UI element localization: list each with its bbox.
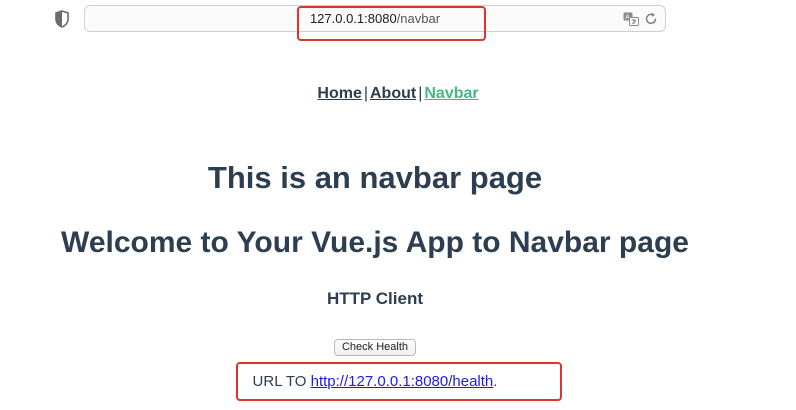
nav-link-navbar[interactable]: Navbar <box>424 85 478 102</box>
check-health-button[interactable]: Check Health <box>333 339 417 356</box>
translate-icon[interactable]: A <box>623 12 639 26</box>
http-client-heading: HTTP Client <box>326 289 424 308</box>
welcome-heading: Welcome to Your Vue.js App to Navbar pag… <box>61 226 689 259</box>
url-text[interactable]: 127.0.0.1:8080/navbar <box>85 12 665 26</box>
nav-link-home[interactable]: Home <box>317 85 361 102</box>
page: 127.0.0.1:8080/navbar A Home | About | Navba… <box>0 0 796 410</box>
app-nav: Home | About | Navbar <box>0 84 796 104</box>
check-health-container: Check Health <box>0 335 750 356</box>
nav-link-about[interactable]: About <box>370 85 416 102</box>
reload-icon[interactable] <box>645 12 658 26</box>
url-path: /navbar <box>396 11 441 26</box>
health-link[interactable]: http://127.0.0.1:8080/health <box>311 373 494 390</box>
url-prefix: URL TO <box>252 373 311 390</box>
url-host: 127.0.0.1:8080 <box>309 11 397 26</box>
url-suffix: . <box>493 373 498 390</box>
page-title: This is an navbar page <box>207 160 543 195</box>
address-bar[interactable]: 127.0.0.1:8080/navbar A <box>84 5 666 32</box>
nav-separator: | <box>418 85 423 102</box>
nav-separator: | <box>363 85 368 102</box>
shield-icon[interactable] <box>54 10 70 28</box>
health-url-line: URL TO http://127.0.0.1:8080/health. <box>0 372 750 392</box>
